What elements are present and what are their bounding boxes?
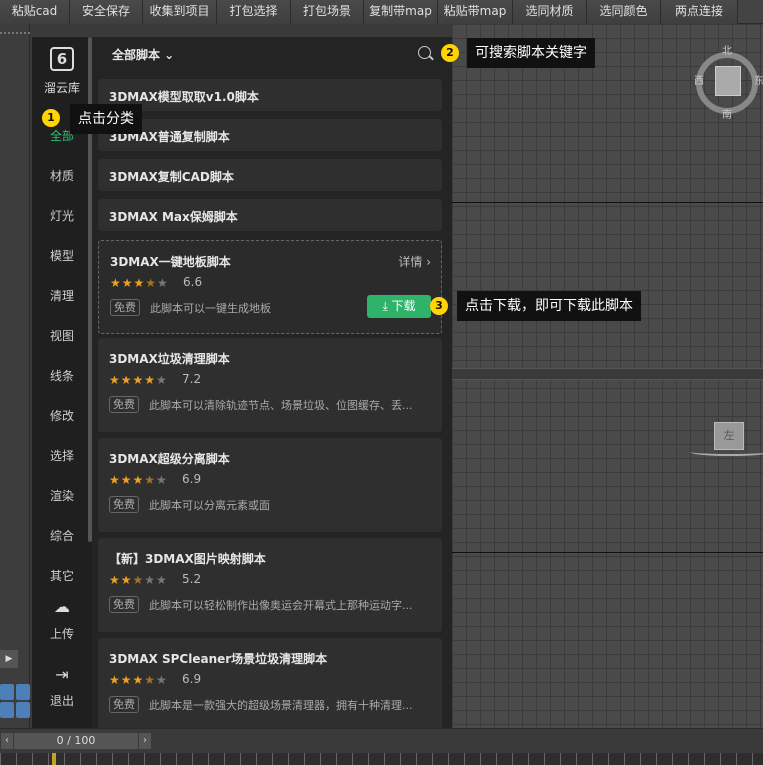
- viewcube-icon[interactable]: [715, 66, 741, 96]
- upload-button[interactable]: 上传: [32, 625, 92, 642]
- rating-stars: ★★★★★: [109, 473, 168, 487]
- script-description: 此脚本可以一键生成地板: [150, 302, 271, 315]
- toolbar-select-same-material[interactable]: 选同材质: [513, 0, 587, 24]
- script-card[interactable]: 3DMAX模型取取v1.0脚本: [98, 79, 442, 111]
- tip-click-category: 点击分类: [70, 104, 142, 134]
- top-toolbar: 粘贴cad 安全保存 收集到项目 打包选择 打包场景 复制带map 粘贴带map…: [0, 0, 763, 24]
- free-badge: 免费: [109, 596, 139, 613]
- free-badge: 免费: [109, 396, 139, 413]
- script-description: 此脚本可以轻松制作出像奥运会开幕式上那种运动字...: [149, 599, 413, 612]
- script-card[interactable]: 3DMAX普通复制脚本: [98, 119, 442, 151]
- script-title: 3DMAX一键地板脚本: [110, 255, 231, 269]
- toolbar-pack-scene[interactable]: 打包场景: [291, 0, 364, 24]
- viewcube-compass[interactable]: 北 南 西 东: [694, 46, 763, 121]
- rating-stars: ★★★★★: [110, 276, 169, 290]
- toolbar-paste-with-map[interactable]: 粘贴带map: [438, 0, 513, 24]
- script-description: 此脚本可以分离元素或面: [149, 499, 270, 512]
- step-2-badge: 2: [441, 44, 459, 62]
- sidebar-item-model[interactable]: 模型: [32, 247, 92, 264]
- script-title: 【新】3DMAX图片映射脚本: [109, 552, 266, 566]
- script-title: 3DMAX模型取取v1.0脚本: [109, 90, 259, 104]
- brand-name: 溜云库: [43, 81, 80, 95]
- rating-score: 7.2: [182, 372, 202, 386]
- sidebar-item-clean[interactable]: 清理: [32, 287, 92, 304]
- exit-icon[interactable]: ⇥: [32, 665, 92, 684]
- rating-score: 6.9: [182, 672, 202, 686]
- toolbar-two-point-connect[interactable]: 两点连接: [661, 0, 738, 24]
- toolbar-copy-with-map[interactable]: 复制带map: [364, 0, 438, 24]
- viewport-buttons[interactable]: [0, 684, 30, 718]
- step-3-badge: 3: [430, 297, 448, 315]
- script-card[interactable]: 3DMAX SPCleaner场景垃圾清理脚本 ★★★★★ 6.9 免费 此脚本…: [98, 638, 442, 732]
- viewcube-left-icon[interactable]: 左: [714, 422, 744, 450]
- left-command-strip: ▶: [0, 24, 30, 728]
- compass-east-label: 东: [754, 76, 763, 87]
- sidebar-item-general[interactable]: 综合: [32, 527, 92, 544]
- search-icon[interactable]: [418, 46, 431, 59]
- toolbar-pack-selection[interactable]: 打包选择: [217, 0, 291, 24]
- compass-north-label: 北: [722, 46, 732, 57]
- free-badge: 免费: [109, 496, 139, 513]
- script-title: 3DMAX垃圾清理脚本: [109, 352, 230, 366]
- sidebar-item-material[interactable]: 材质: [32, 167, 92, 184]
- timeline-ruler[interactable]: [0, 753, 763, 765]
- script-card[interactable]: 3DMAX Max保姆脚本: [98, 199, 442, 231]
- script-description: 此脚本是一款强大的超级场景清理器，拥有十种清理...: [149, 699, 413, 712]
- script-card[interactable]: 3DMAX复制CAD脚本: [98, 159, 442, 191]
- prev-frame-button[interactable]: ‹: [1, 733, 13, 749]
- script-card-selected[interactable]: 3DMAX一键地板脚本 详情 › ★★★★★ 6.6 免费 此脚本可以一键生成地…: [98, 240, 442, 334]
- script-list-panel: 全部脚本 ⌄ 3DMAX模型取取v1.0脚本 3DMAX普通复制脚本 3DMAX…: [92, 37, 452, 732]
- script-title: 3DMAX复制CAD脚本: [109, 170, 234, 184]
- sidebar-item-modify[interactable]: 修改: [32, 407, 92, 424]
- next-frame-button[interactable]: ›: [139, 733, 151, 749]
- sidebar-item-render[interactable]: 渲染: [32, 487, 92, 504]
- tip-click-download: 点击下载，即可下载此脚本: [457, 291, 641, 321]
- free-badge: 免费: [110, 299, 140, 316]
- rating-stars: ★★★★★: [109, 573, 168, 587]
- script-title: 3DMAX Max保姆脚本: [109, 210, 238, 224]
- viewport-axis-line: [452, 202, 763, 203]
- script-description: 此脚本可以清除轨迹节点、场景垃圾、位图缓存、丢...: [149, 399, 413, 412]
- sidebar-item-select[interactable]: 选择: [32, 447, 92, 464]
- rating-stars: ★★★★★: [109, 673, 168, 687]
- toolbar-safe-save[interactable]: 安全保存: [70, 0, 143, 24]
- rating-score: 6.9: [182, 472, 202, 486]
- step-1-badge: 1: [42, 109, 60, 127]
- liuyunku-logo-icon: 6: [50, 47, 74, 71]
- play-icon[interactable]: ▶: [0, 650, 18, 668]
- script-card[interactable]: 【新】3DMAX图片映射脚本 ★★★★★ 5.2 免费 此脚本可以轻松制作出像奥…: [98, 538, 442, 632]
- download-button[interactable]: ⤓ 下载: [367, 295, 431, 318]
- category-sidebar: 6 溜云库 全部 材质 灯光 模型 清理 视图 线条 修改 选择 渲染 综合 其…: [32, 37, 92, 728]
- script-title: 3DMAX SPCleaner场景垃圾清理脚本: [109, 652, 328, 666]
- details-link[interactable]: 详情 ›: [398, 253, 431, 270]
- compass-south-label: 南: [722, 110, 732, 121]
- timeline-marker[interactable]: [52, 753, 56, 765]
- tip-search-keyword: 可搜索脚本关键字: [467, 38, 595, 68]
- sidebar-item-lines[interactable]: 线条: [32, 367, 92, 384]
- rating-stars: ★★★★★: [109, 373, 168, 387]
- viewport-separator[interactable]: [452, 368, 763, 380]
- rating-score: 6.6: [183, 275, 203, 289]
- time-slider[interactable]: 0 / 100: [14, 733, 138, 749]
- rating-score: 5.2: [182, 572, 202, 586]
- cloud-upload-icon[interactable]: ☁: [32, 597, 92, 616]
- sidebar-item-view[interactable]: 视图: [32, 327, 92, 344]
- toolbar-select-same-color[interactable]: 选同颜色: [587, 0, 661, 24]
- category-dropdown[interactable]: 全部脚本 ⌄: [112, 46, 174, 63]
- sidebar-item-other[interactable]: 其它: [32, 567, 92, 584]
- 3d-viewport[interactable]: 北 南 西 东 左: [452, 24, 763, 728]
- toolbar-paste-cad[interactable]: 粘贴cad: [0, 0, 70, 24]
- timeline-bar: ‹ 0 / 100 ›: [0, 728, 763, 765]
- sidebar-item-light[interactable]: 灯光: [32, 207, 92, 224]
- compass-west-label: 西: [694, 76, 704, 87]
- script-card[interactable]: 3DMAX超级分离脚本 ★★★★★ 6.9 免费 此脚本可以分离元素或面: [98, 438, 442, 532]
- script-card[interactable]: 3DMAX垃圾清理脚本 ★★★★★ 7.2 免费 此脚本可以清除轨迹节点、场景垃…: [98, 338, 442, 432]
- viewcube-ring: [690, 448, 763, 456]
- free-badge: 免费: [109, 696, 139, 713]
- strip-dots: [0, 32, 30, 36]
- exit-button[interactable]: 退出: [32, 692, 92, 709]
- viewport-axis-line: [452, 552, 763, 553]
- toolbar-collect-project[interactable]: 收集到项目: [143, 0, 217, 24]
- script-title: 3DMAX超级分离脚本: [109, 452, 230, 466]
